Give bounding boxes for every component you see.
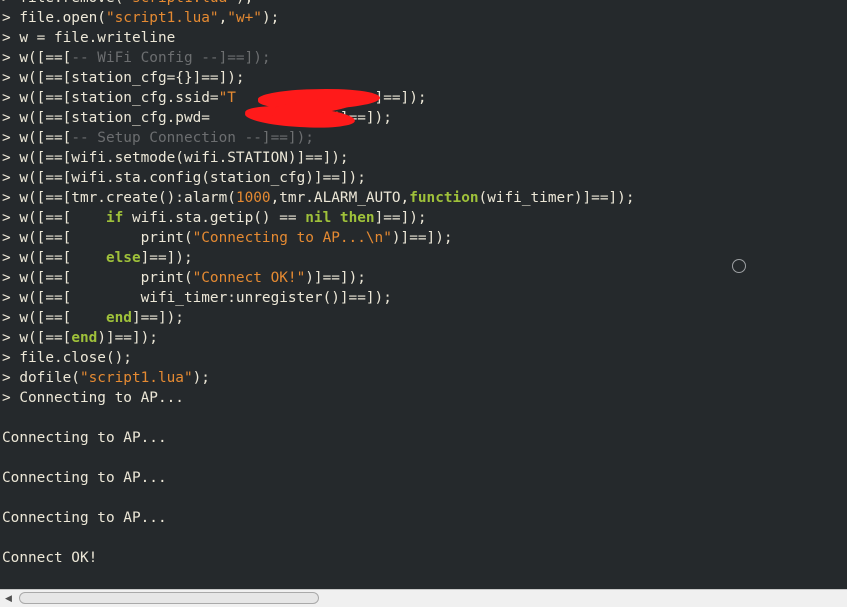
terminal-token: "T [218, 90, 236, 106]
terminal-token: > w([==[ [2, 210, 106, 226]
terminal-token: > w([==[ print( [2, 230, 193, 246]
terminal-token: ); [261, 10, 280, 26]
terminal-line: > dofile("script1.lua"); [2, 368, 210, 388]
terminal-token: "script1.lua" [105, 10, 219, 26]
terminal-token: if [105, 210, 124, 226]
mouse-cursor-circle-icon [732, 259, 746, 273]
terminal-line: > w([==[ print("Connect OK!")]==]); [2, 268, 366, 288]
terminal-line: > w([==[ wifi_timer:unregister()]==]); [2, 288, 392, 308]
terminal-token: ]==]); [131, 310, 184, 326]
terminal-token: )]==]); [305, 270, 366, 286]
terminal-token: Connecting to AP... [2, 430, 167, 446]
terminal-line: Connecting to AP... [2, 428, 167, 448]
horizontal-scrollbar[interactable]: ◀ [0, 589, 847, 607]
terminal-token: > w([==[ [2, 310, 106, 326]
terminal-line: > file.close(); [2, 348, 132, 368]
terminal-line: > w([==[end)]==]); [2, 328, 158, 348]
terminal-token: > w([==[station_cfg.ssid= [2, 90, 219, 106]
terminal-token: then [339, 210, 375, 226]
terminal-line: Connecting to AP... [2, 508, 167, 528]
terminal-line: > w([==[wifi.setmode(wifi.STATION)]==]); [2, 148, 349, 168]
terminal-token: > w([==[station_cfg.pwd= [2, 110, 210, 126]
terminal-token: ); [192, 370, 210, 386]
terminal-token: -- Setup Connection --]==]); [71, 130, 314, 146]
terminal-line: > w([==[wifi.sta.config(station_cfg)]==]… [2, 168, 366, 188]
terminal-token: "script1.lua" [79, 370, 193, 386]
terminal-token: > w([==[ [2, 130, 72, 146]
terminal-token: > file.open( [2, 10, 106, 26]
terminal-token: > w([==[ print( [2, 270, 193, 286]
terminal-token: > w([==[wifi.setmode(wifi.STATION)]==]); [2, 150, 349, 166]
terminal-token: > w([==[wifi.sta.config(station_cfg)]==]… [2, 170, 366, 186]
terminal-output[interactable]: > file.remove("script1.lua");> file.open… [0, 0, 847, 589]
terminal-token: wifi.sta.getip() == [123, 210, 306, 226]
terminal-line: > file.open("script1.lua","w+"); [2, 8, 279, 28]
terminal-token: "w+" [227, 10, 262, 26]
terminal-token: else [105, 250, 141, 266]
terminal-token: > Connecting to AP... [2, 390, 184, 406]
terminal-token: > w([==[ [2, 330, 72, 346]
terminal-token: )]==]); [97, 330, 158, 346]
terminal-token: Connect OK! [2, 550, 98, 566]
scrollbar-thumb[interactable] [19, 592, 319, 604]
terminal-token: , [218, 10, 228, 26]
terminal-token: Connecting to AP... [2, 470, 167, 486]
terminal-line: Connecting to AP... [2, 468, 167, 488]
terminal-line: > w([==[tmr.create():alarm(1000,tmr.ALAR… [2, 188, 634, 208]
terminal-token: )]==]); [391, 230, 453, 246]
terminal-token: > w = file.writeline [2, 30, 176, 46]
terminal-token: nil [305, 210, 332, 226]
terminal-line: > w([==[-- Setup Connection --]==]); [2, 128, 314, 148]
terminal-line: Connect OK! [2, 548, 97, 568]
terminal-line: > w([==[ else]==]); [2, 248, 193, 268]
terminal-token: function [409, 190, 479, 206]
terminal-token: Connecting to AP... [2, 510, 167, 526]
terminal-token: > w([==[ [2, 50, 72, 66]
terminal-line: > Connecting to AP... [2, 388, 184, 408]
terminal-token: -- WiFi Config --]==]); [71, 50, 271, 66]
terminal-token: end [105, 310, 132, 326]
terminal-token: ]==]); [374, 90, 427, 106]
terminal-token: ]==]); [140, 250, 193, 266]
terminal-line: > w([==[ end]==]); [2, 308, 184, 328]
terminal-line: > w([==[ if wifi.sta.getip() == nil then… [2, 208, 427, 228]
terminal-token: > w([==[ wifi_timer:unregister()]==]); [2, 290, 392, 306]
terminal-token: 1000 [235, 190, 271, 206]
terminal-token: (wifi_timer)]==]); [478, 190, 635, 206]
terminal-token: "Connecting to AP...\n" [192, 230, 392, 246]
terminal-token: > w([==[tmr.create():alarm( [2, 190, 236, 206]
terminal-token: ,tmr.ALARM_AUTO, [270, 190, 410, 206]
terminal-line: > w = file.writeline [2, 28, 175, 48]
terminal-token: "script1.lua" [123, 0, 236, 6]
terminal-token: > file.remove( [2, 0, 123, 6]
terminal-token: "Connect OK!" [192, 270, 306, 286]
terminal-line: > w([==[ print("Connecting to AP...\n")]… [2, 228, 453, 248]
terminal-line: > w([==[station_cfg={}]==]); [2, 68, 245, 88]
terminal-token: ]==]); [374, 210, 427, 226]
terminal-token: ); [236, 0, 253, 6]
terminal-line: > w([==[-- WiFi Config --]==]); [2, 48, 271, 68]
terminal-token: end [71, 330, 98, 346]
terminal-token: > dofile( [2, 370, 80, 386]
scroll-left-arrow-icon[interactable]: ◀ [0, 590, 17, 607]
terminal-token: > w([==[ [2, 250, 106, 266]
terminal-token: > file.close(); [2, 350, 132, 366]
terminal-token: > w([==[station_cfg={}]==]); [2, 70, 245, 86]
terminal-line: > file.remove("script1.lua"); [2, 0, 253, 8]
